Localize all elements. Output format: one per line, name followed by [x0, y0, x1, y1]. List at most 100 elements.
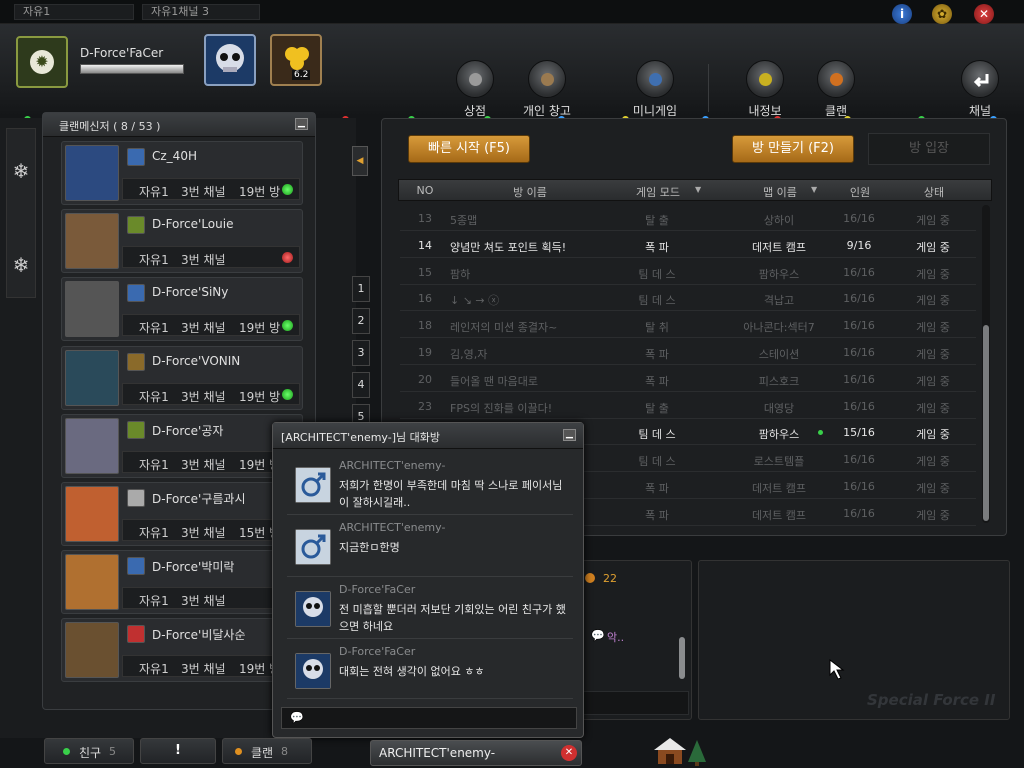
member-server: 자유1	[139, 526, 169, 540]
clan-member-card[interactable]: D-Force'박미락 자유1 3번 채널	[61, 550, 303, 615]
scrollbar-thumb[interactable]	[983, 325, 989, 521]
shop-button[interactable]	[456, 60, 494, 98]
clan-label: 클랜	[824, 104, 848, 118]
cell-name: 들어올 땐 마음대로	[450, 374, 538, 388]
minimize-icon[interactable]: ▁	[563, 429, 576, 441]
cell-map: 스테이션	[758, 348, 800, 361]
enter-room-button[interactable]: 방 입장	[868, 133, 990, 165]
storage-button[interactable]	[528, 60, 566, 98]
server-label: 자유1	[14, 4, 134, 20]
cell-map: 팜하우스	[758, 428, 800, 442]
snowflake-icon: ❄	[12, 159, 30, 183]
chat-message: D-Force'FaCer 전 미흡할 뿐더러 저보단 기회있는 어린 친구가 했…	[287, 577, 573, 639]
sort-arrow-icon[interactable]: ▼	[811, 185, 817, 194]
speech-icon: 💬	[591, 629, 605, 642]
snowflake-icon: ❄	[12, 253, 30, 277]
member-server: 자유1	[139, 321, 169, 336]
chat-minimized-tab[interactable]: ARCHITECT'enemy- ✕	[370, 740, 582, 766]
cell-players: 15/16	[843, 426, 875, 440]
quick-start-button[interactable]: 빠른 시작 (F5)	[408, 135, 530, 163]
info-box: Special Force II	[698, 560, 1010, 720]
speech-bubble-icon: 💬	[290, 711, 304, 724]
clan-member-card[interactable]: D-Force'공자 자유1 3번 채널 19번 방	[61, 413, 303, 478]
sort-arrow-icon[interactable]: ▼	[695, 185, 701, 194]
clover-item-icon[interactable]: 6.2	[270, 34, 322, 86]
message-text: 대회는 전혀 생각이 없어요 ㅎㅎ	[339, 665, 485, 678]
clan-member-card[interactable]: D-Force'VONIN 자유1 3번 채널 19번 방	[61, 345, 303, 410]
table-row[interactable]: 15 팜하 팀 데 스 팜하우스 16/16 게임 중	[400, 259, 976, 285]
male-symbol-icon	[295, 529, 331, 565]
col-no[interactable]: NO	[399, 184, 451, 197]
member-name: D-Force'Louie	[152, 217, 234, 232]
chat-input[interactable]: 💬	[281, 707, 577, 729]
friends-tab[interactable]: 친구 5	[44, 738, 134, 764]
table-row[interactable]: 20 들어올 땐 마음대로 폭 파 피스호크 16/16 게임 중	[400, 366, 976, 392]
member-location: 자유1 3번 채널 19번 방	[122, 178, 300, 200]
info-icon[interactable]: i	[892, 4, 912, 24]
clan-dot-icon	[235, 748, 242, 755]
col-name[interactable]: 방 이름	[455, 184, 605, 200]
member-name: D-Force'박미락	[152, 560, 235, 575]
cell-players: 16/16	[843, 265, 875, 279]
clan-member-card[interactable]: Cz_40H 자유1 3번 채널 19번 방	[61, 141, 303, 205]
table-row[interactable]: 23 FPS의 진화를 이끌다! 탈 출 대영당 16/16 게임 중	[400, 393, 976, 419]
message-text: 전 미흡할 뿐더러 저보단 기회있는 어린 친구가 했으면 하네요	[339, 603, 566, 633]
table-row[interactable]: 13 5종맵 탈 출 상하이 16/16 게임 중	[400, 205, 976, 231]
clan-member-card[interactable]: D-Force'비달사순 자유1 3번 채널 19번 방	[61, 618, 303, 683]
page-tab[interactable]: 2	[352, 308, 370, 334]
clan-member-card[interactable]: D-Force'SiNy 자유1 3번 채널 19번 방	[61, 277, 303, 342]
page-tab[interactable]: 3	[352, 340, 370, 366]
online-dot-icon	[63, 748, 70, 755]
page-tab[interactable]: 4	[352, 372, 370, 398]
cell-name: 김,영,자	[450, 348, 488, 361]
close-icon[interactable]: ✕	[974, 4, 994, 24]
cell-state: 게임 중	[916, 455, 950, 469]
cell-no: 16	[418, 292, 432, 306]
shop-label: 상점	[463, 104, 487, 118]
create-room-button[interactable]: 방 만들기 (F2)	[732, 135, 854, 163]
page-tab[interactable]: 1	[352, 276, 370, 302]
member-server: 자유1	[139, 389, 169, 404]
scrollbar[interactable]	[982, 205, 990, 523]
col-players[interactable]: 인원	[835, 184, 885, 200]
cell-no: 19	[418, 346, 432, 359]
cell-state: 게임 중	[916, 240, 950, 254]
cell-players: 16/16	[843, 212, 875, 225]
member-location: 자유1 3번 채널	[122, 246, 300, 269]
member-channel: 3번 채널	[181, 594, 226, 609]
minimize-icon[interactable]: ▁	[295, 118, 308, 130]
clan-member-card[interactable]: D-Force'Louie 자유1 3번 채널	[61, 209, 303, 274]
close-icon[interactable]: ✕	[561, 745, 577, 761]
friends-count: 5	[109, 745, 116, 758]
alert-button[interactable]: !	[140, 738, 216, 764]
skull-icon	[295, 591, 331, 627]
my-info-button[interactable]	[746, 60, 784, 98]
clan-tab[interactable]: 클랜 8	[222, 738, 312, 764]
table-row[interactable]: 14 양념만 쳐도 포인트 획득! 폭 파 데저트 캠프 9/16 게임 중	[400, 232, 976, 258]
message-sender: ARCHITECT'enemy-	[339, 459, 446, 472]
channel-button[interactable]	[961, 60, 999, 98]
minigame-button[interactable]	[636, 60, 674, 98]
collapse-arrow-icon[interactable]: ◀	[352, 146, 368, 176]
member-server: 자유1	[139, 457, 169, 472]
svg-text:✹: ✹	[35, 52, 48, 71]
cell-no: 23	[418, 399, 432, 413]
rank-icon	[127, 625, 145, 644]
table-row[interactable]: 19 김,영,자 폭 파 스테이션 16/16 게임 중	[400, 339, 976, 365]
col-state[interactable]: 상태	[889, 184, 979, 200]
chat-scrollbar[interactable]	[679, 637, 685, 679]
table-row[interactable]: 18 레인저의 미션 종결자~ 탈 취 아나콘다:섹터7 16/16 게임 중	[400, 312, 976, 339]
item-badge: 6.2	[292, 70, 311, 80]
cell-map: 데저트 캠프	[751, 508, 807, 522]
star-icon[interactable]: ✿	[932, 4, 952, 24]
chat-header: [ARCHITECT'enemy-]님 대화방 ▁	[273, 423, 583, 449]
channel-label: 자유1채널 3	[142, 4, 260, 20]
clan-button[interactable]	[817, 60, 855, 98]
table-row[interactable]: 16 ↓ ↘ → ⓧ 팀 데 스 격납고 16/16 게임 중	[400, 285, 976, 312]
cell-state: 게임 중	[916, 214, 950, 227]
member-room: 19번 방	[239, 321, 281, 336]
cell-name: 5종맵	[450, 214, 478, 227]
skull-emblem-icon[interactable]	[204, 34, 256, 86]
clan-member-card[interactable]: D-Force'구름과시 자유1 3번 채널 15번 방	[61, 482, 303, 546]
avatar	[65, 145, 119, 201]
